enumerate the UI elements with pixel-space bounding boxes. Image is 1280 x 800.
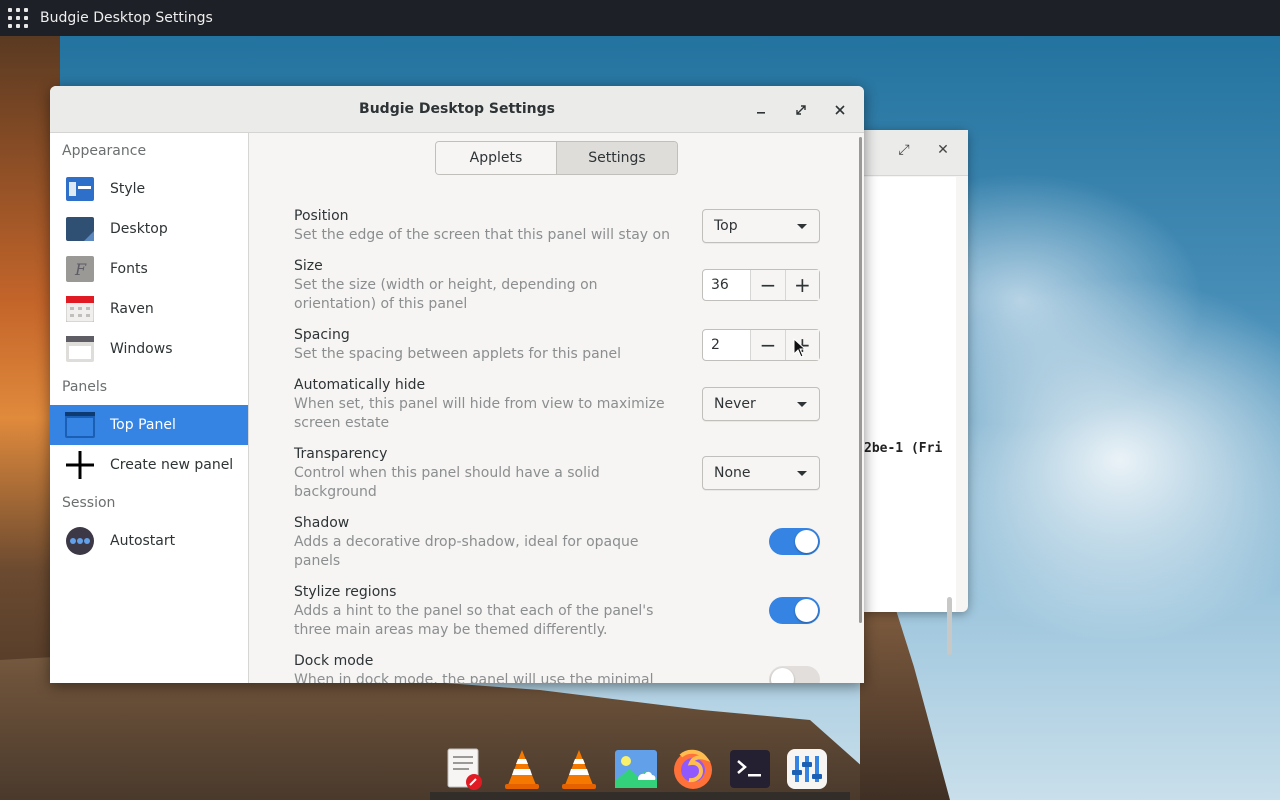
section-session: Session [62,495,116,511]
fonts-icon: F [65,254,95,284]
autohide-dropdown[interactable]: Never [702,387,820,421]
sidebar-item-autostart[interactable]: Autostart [50,521,248,561]
spin-value[interactable]: 2 [703,337,750,353]
content-scrollbar[interactable] [859,137,862,623]
terminal-icon[interactable] [727,746,773,792]
text-editor-icon[interactable] [442,746,488,792]
setting-description: When in dock mode, the panel will use th… [294,672,654,683]
settings-window: Budgie Desktop Settings Appearance Style… [50,86,864,683]
toggle-knob [795,530,818,553]
setting-title: Stylize regions [294,584,397,600]
chevron-down-icon [797,224,807,229]
sidebar-item-top-panel[interactable]: Top Panel [50,405,248,445]
close-icon[interactable]: ✕ [933,142,953,158]
terminal-content: 2be-1 (Fri [862,177,956,655]
desktop-icon [65,214,95,244]
setting-description: three main areas may be themed different… [294,622,608,638]
firefox-icon[interactable] [670,746,716,792]
chevron-down-icon [797,402,807,407]
sidebar-item-raven[interactable]: Raven [50,289,248,329]
increment-button[interactable]: + [784,270,820,300]
sidebar-item-fonts[interactable]: F Fonts [50,249,248,289]
setting-title: Shadow [294,515,350,531]
sidebar-item-label: Windows [110,341,173,357]
active-app-title: Budgie Desktop Settings [40,10,213,26]
sidebar-item-label: Desktop [110,221,168,237]
vlc-icon[interactable] [499,746,545,792]
maximize-icon[interactable]: ⤢ [894,142,914,158]
sidebar-item-desktop[interactable]: Desktop [50,209,248,249]
scrollbar[interactable] [947,597,952,655]
minimize-icon [757,112,765,114]
decrement-button[interactable]: − [750,270,785,300]
sidebar-item-label: Create new panel [110,457,234,473]
mouse-cursor-icon [793,338,807,358]
stylize-regions-toggle[interactable] [769,597,820,624]
sidebar-item-style[interactable]: Style [50,169,248,209]
style-icon [65,174,95,204]
window-titlebar[interactable]: Budgie Desktop Settings [50,86,864,133]
app-grid-icon[interactable] [8,8,28,28]
close-icon [835,105,845,115]
minimize-button[interactable] [749,98,773,122]
setting-title: Dock mode [294,653,374,669]
tab-applets[interactable]: Applets [436,142,556,174]
terminal-text: 2be-1 (Fri [864,441,943,456]
add-icon [65,450,95,480]
autostart-icon [65,526,95,556]
panel-icon [65,410,95,440]
tab-settings[interactable]: Settings [556,142,677,174]
chevron-down-icon [797,471,807,476]
size-spinbutton[interactable]: 36 − + [702,269,820,301]
position-dropdown[interactable]: Top [702,209,820,243]
calendar-icon [65,294,95,324]
sidebar-item-label: Raven [110,301,154,317]
top-panel: Budgie Desktop Settings [0,0,1280,36]
spin-value[interactable]: 36 [703,277,750,293]
dropdown-value: Top [714,218,738,234]
section-panels: Panels [62,379,108,395]
sidebar-item-label: Fonts [110,261,148,277]
settings-tool-icon[interactable] [784,746,830,792]
background-terminal-window[interactable]: ⤢ ✕ 2be-1 (Fri [862,130,968,655]
maximize-icon [796,105,806,115]
background-titlebar[interactable]: ⤢ ✕ [862,130,968,176]
sidebar-item-label: Top Panel [110,417,176,433]
wallpaper-ruins-right [860,610,950,800]
setting-shadow: Shadow Adds a decorative drop-shadow, id… [294,514,814,571]
toggle-knob [795,599,818,622]
sidebar: Appearance Style Desktop F Fonts Raven W… [50,133,249,683]
toggle-knob [771,668,794,683]
tab-switcher: Applets Settings [435,141,678,175]
setting-dock-mode: Dock mode When in dock mode, the panel w… [294,652,814,683]
decrement-button[interactable]: − [750,330,785,360]
section-appearance: Appearance [62,143,147,159]
setting-description: Adds a hint to the panel so that each of… [294,603,654,619]
dropdown-value: None [714,465,751,481]
sidebar-item-label: Style [110,181,146,197]
window-title: Budgie Desktop Settings [359,101,555,117]
dock-mode-toggle[interactable] [769,666,820,683]
maximize-button[interactable] [789,98,813,122]
setting-stylize-regions: Stylize regions Adds a hint to the panel… [294,583,814,640]
dock [430,738,850,800]
close-button[interactable] [828,98,852,122]
sidebar-item-create-panel[interactable]: Create new panel [50,445,248,485]
settings-content: Applets Settings Position Set the edge o… [250,133,864,683]
windows-icon [65,334,95,364]
dropdown-value: Never [714,396,756,412]
image-viewer-icon[interactable] [613,746,659,792]
transparency-dropdown[interactable]: None [702,456,820,490]
svg-text:F: F [74,260,87,279]
vlc-icon[interactable] [556,746,602,792]
setting-description: Adds a decorative drop-shadow, ideal for… [294,534,639,550]
shadow-toggle[interactable] [769,528,820,555]
sidebar-item-windows[interactable]: Windows [50,329,248,369]
setting-description: panels [294,553,341,569]
sidebar-item-label: Autostart [110,533,176,549]
